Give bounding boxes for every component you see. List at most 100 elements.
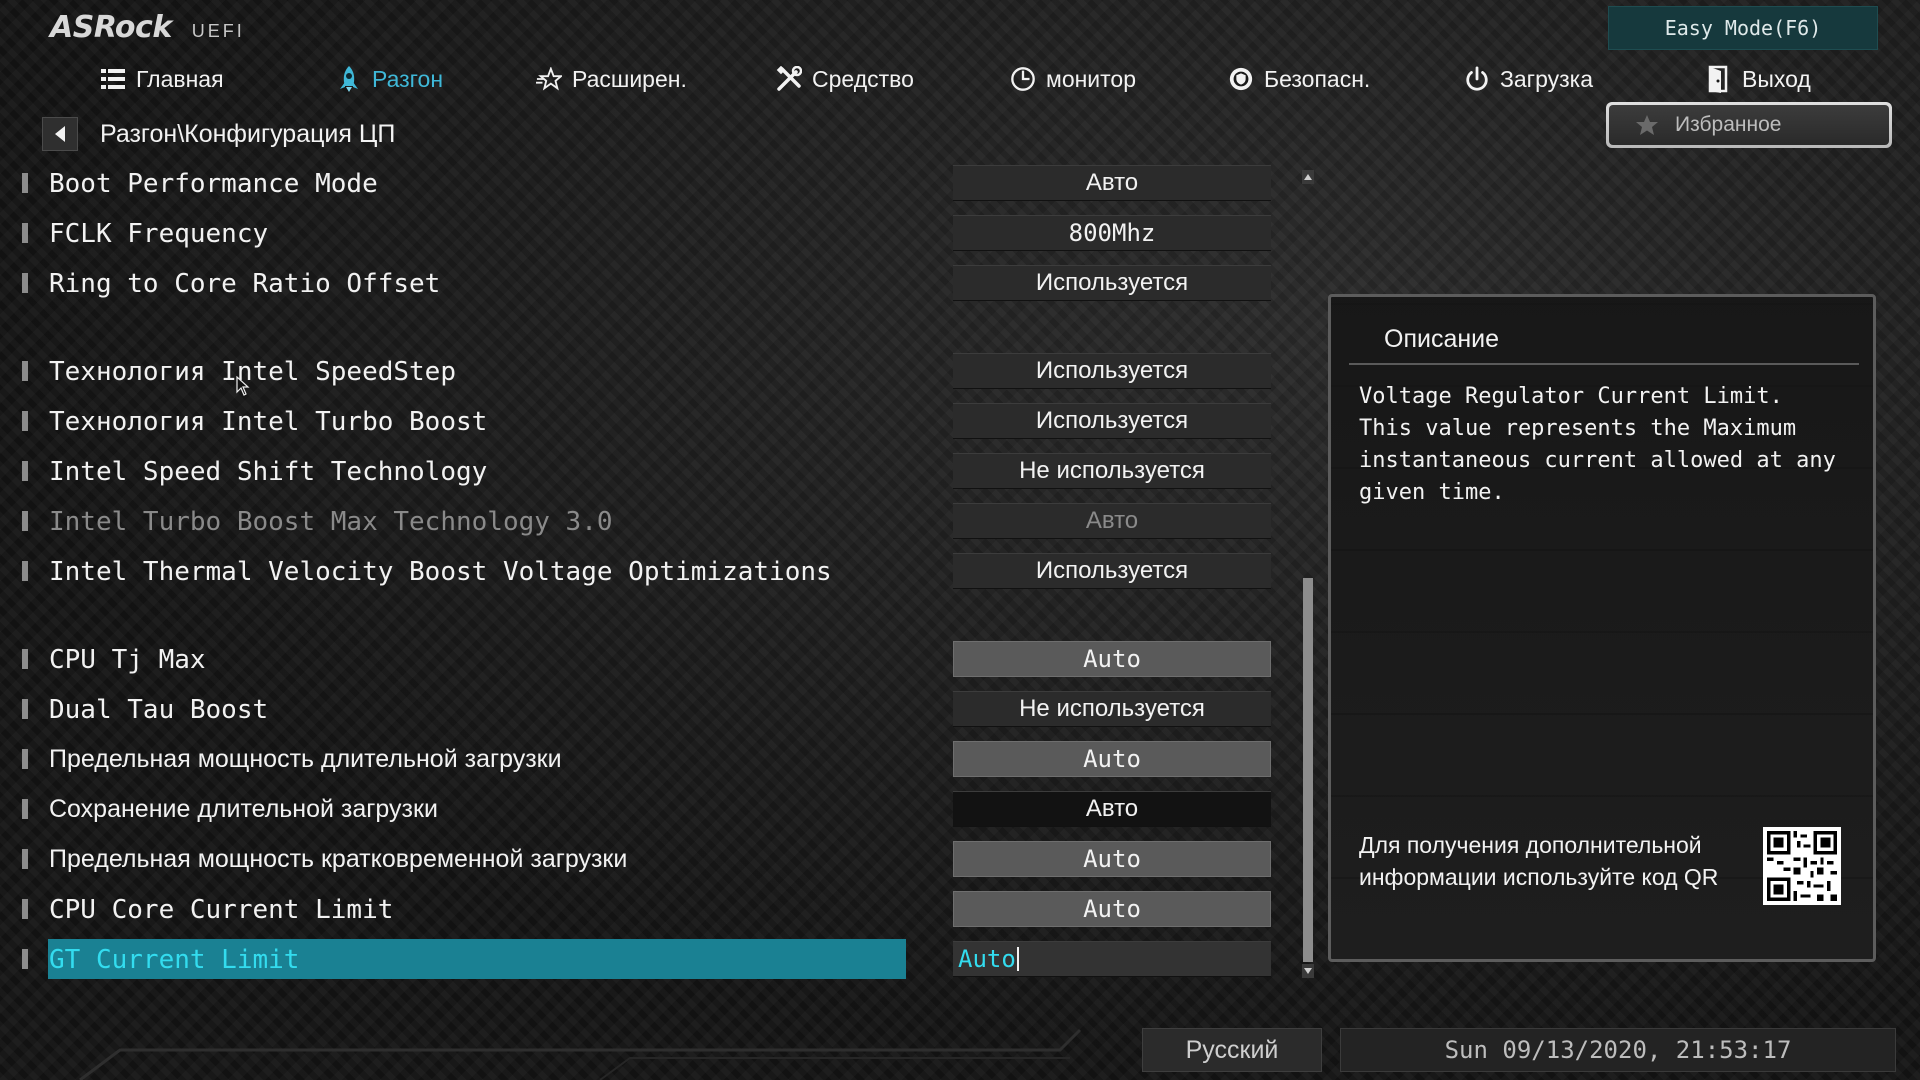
setting-value-button: Авто [953,503,1271,539]
setting-value-input[interactable]: Auto [953,841,1271,877]
setting-value-button[interactable]: Используется [953,265,1271,301]
tab-monitor[interactable]: монитор [1010,58,1136,100]
setting-label: Intel Speed Shift Technology [49,457,488,487]
setting-value-button[interactable]: Используется [953,553,1271,589]
qr-code [1763,827,1841,905]
scrollbar[interactable] [1302,170,1314,978]
tab-overclock[interactable]: Разгон [336,58,443,100]
favorites-label: Избранное [1675,113,1782,136]
setting-row[interactable]: Intel Speed Shift Technology Не использу… [0,451,1300,491]
power-icon [1464,66,1490,92]
setting-label: CPU Tj Max [49,645,206,675]
qr-help-text: Для получения дополнительной информации … [1359,832,1719,890]
setting-row[interactable]: FCLK Frequency 800Mhz [0,213,1300,253]
favorites-inner: Избранное [1609,105,1889,145]
setting-label: Ring to Core Ratio Offset [49,269,441,299]
setting-label: Предельная мощность кратковременной загр… [49,845,628,873]
breadcrumb: Разгон\Конфигурация ЦП [42,116,395,152]
row-marker [22,561,28,581]
setting-label: Intel Thermal Velocity Boost Voltage Opt… [49,557,832,587]
row-marker [22,173,28,193]
scrollbar-thumb[interactable] [1303,578,1313,962]
language-button[interactable]: Русский [1142,1028,1322,1072]
setting-label: FCLK Frequency [49,219,269,249]
back-button[interactable] [42,117,78,151]
logo-brand: ASRock [50,10,172,45]
tab-monitor-label: монитор [1046,65,1137,92]
setting-row[interactable]: Сохранение длительной загрузки Авто [0,789,1300,829]
setting-value-button[interactable]: Используется [953,353,1271,389]
logo-uefi: UEFI [191,21,245,41]
row-marker [22,223,28,243]
setting-row[interactable]: Boot Performance Mode Авто [0,163,1300,203]
setting-label: GT Current Limit [49,945,300,975]
setting-value-button[interactable]: Не используется [953,691,1271,727]
tab-tool-label: Средство [812,65,914,92]
tab-security[interactable]: Безопасн. [1228,58,1370,100]
setting-label: Сохранение длительной загрузки [49,795,438,823]
description-text: Voltage Regulator Current Limit. This va… [1359,384,1836,505]
tab-tool[interactable]: Средство [776,58,914,100]
setting-row-selected[interactable]: GT Current Limit Auto [0,939,1300,979]
description-panel: Описание Voltage Regulator Current Limit… [1328,294,1876,962]
description-title: Описание [1384,325,1500,353]
scroll-up-button[interactable] [1302,170,1314,184]
arrow-left-icon [55,126,65,142]
star-icon [1636,115,1658,135]
setting-label: Boot Performance Mode [49,169,378,199]
tab-boot-label: Загрузка [1500,65,1594,92]
setting-label: Технология Intel SpeedStep [49,357,456,387]
setting-row[interactable]: Предельная мощность кратковременной загр… [0,839,1300,879]
setting-value-input[interactable]: Auto [953,741,1271,777]
tab-boot[interactable]: Загрузка [1464,58,1593,100]
setting-row[interactable]: CPU Core Current Limit Auto [0,889,1300,929]
scroll-down-button[interactable] [1302,964,1314,978]
setting-row[interactable]: Intel Thermal Velocity Boost Voltage Opt… [0,551,1300,591]
text-caret [1016,947,1019,971]
main-nav: Главная Разгон Расширен. Средство монито… [0,58,1920,100]
row-marker [22,361,28,381]
setting-value-input[interactable]: Auto [953,941,1271,977]
setting-label: Intel Turbo Boost Max Technology 3.0 [49,507,613,537]
shield-icon [1228,66,1254,92]
setting-row[interactable]: Технология Intel SpeedStep Используется [0,351,1300,391]
setting-label: CPU Core Current Limit [49,895,394,925]
setting-value-button[interactable]: Не используется [953,453,1271,489]
easy-mode-button[interactable]: Easy Mode(F6) [1608,6,1878,50]
rocket-icon [336,66,362,92]
setting-row[interactable]: CPU Tj Max Auto [0,639,1300,679]
setting-label: Предельная мощность длительной загрузки [49,745,562,773]
row-marker [22,699,28,719]
setting-value-button[interactable]: Авто [953,165,1271,201]
setting-row[interactable]: Dual Tau Boost Не используется [0,689,1300,729]
datetime-display: Sun 09/13/2020, 21:53:17 [1340,1028,1896,1072]
setting-row[interactable]: Ring to Core Ratio Offset Используется [0,263,1300,303]
setting-row: Intel Turbo Boost Max Technology 3.0 Авт… [0,501,1300,541]
setting-label: Dual Tau Boost [49,695,269,725]
setting-row[interactable]: Предельная мощность длительной загрузки … [0,739,1300,779]
tab-exit[interactable]: Выход [1706,58,1811,100]
setting-label: Технология Intel Turbo Boost [49,407,488,437]
setting-value-button[interactable]: Авто [953,791,1271,827]
footer-decoration [79,1028,1082,1080]
tab-main-label: Главная [136,65,224,92]
row-marker [22,649,28,669]
setting-value-button[interactable]: Используется [953,403,1271,439]
mouse-cursor-icon [236,376,250,396]
tab-main[interactable]: Главная [100,58,224,100]
setting-row[interactable]: Технология Intel Turbo Boost Используетс… [0,401,1300,441]
tools-icon [776,66,802,92]
row-marker [22,461,28,481]
breadcrumb-path: Разгон\Конфигурация ЦП [100,119,396,148]
row-marker [22,411,28,431]
asrock-logo: ASRock UEFI [50,10,245,45]
setting-value-input[interactable]: Auto [953,641,1271,677]
row-marker [22,949,28,969]
setting-value-button[interactable]: 800Mhz [953,215,1271,251]
arrow-down-icon [1304,968,1312,974]
setting-value-input[interactable]: Auto [953,891,1271,927]
tab-advanced[interactable]: Расширен. [536,58,687,100]
input-text: Auto [958,945,1016,973]
favorites-button[interactable]: Избранное [1606,102,1892,148]
row-marker [22,749,28,769]
